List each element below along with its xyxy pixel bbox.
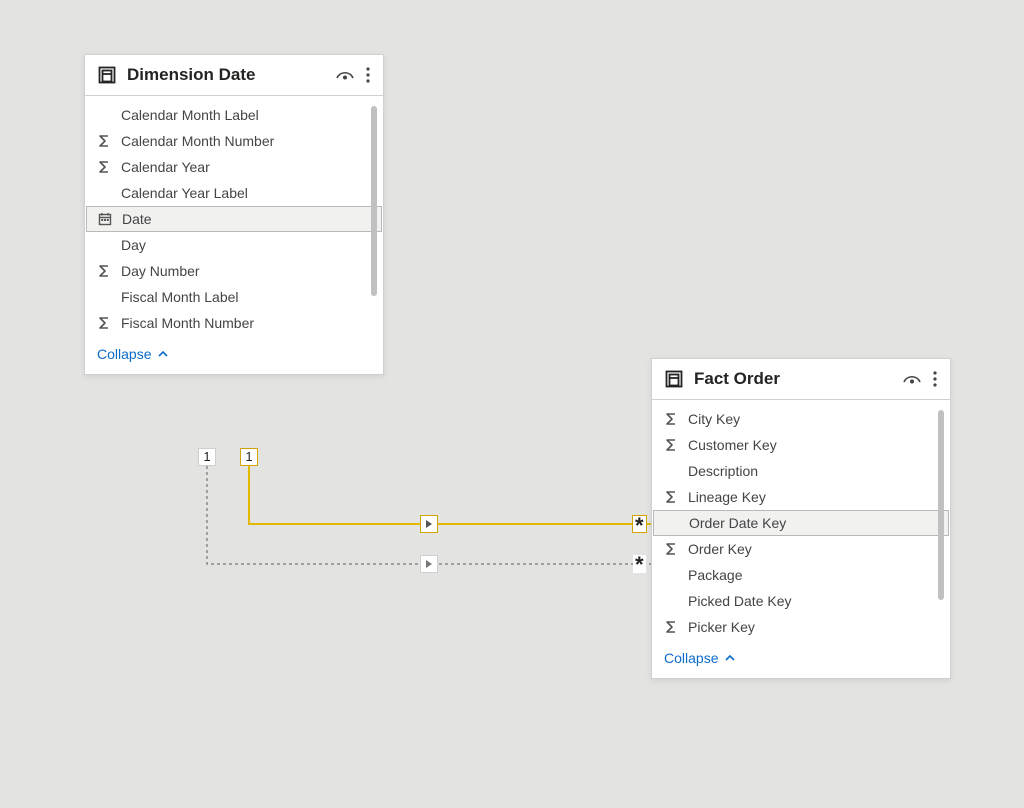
sigma-icon bbox=[662, 542, 680, 556]
sigma-icon bbox=[95, 316, 113, 330]
rel-inactive-to: * bbox=[633, 555, 646, 573]
more-icon[interactable] bbox=[932, 370, 938, 388]
field-list: Calendar Month Label Calendar Month Numbe… bbox=[85, 96, 383, 338]
field-label: Lineage Key bbox=[688, 489, 766, 505]
collapse-button[interactable]: Collapse bbox=[652, 642, 950, 678]
field-item[interactable]: Calendar Month Number bbox=[85, 128, 383, 154]
rel-inactive-direction bbox=[420, 555, 438, 573]
card-title: Fact Order bbox=[694, 369, 892, 389]
table-card-dimension-date[interactable]: Dimension Date Calendar Month LabelCalen… bbox=[84, 54, 384, 375]
field-item[interactable]: Fiscal Month Number bbox=[85, 310, 383, 336]
collapse-label: Collapse bbox=[97, 346, 151, 362]
field-item[interactable]: Package bbox=[652, 562, 950, 588]
rel-active-from: 1 bbox=[240, 448, 258, 466]
field-label: Description bbox=[688, 463, 758, 479]
field-list: City Key Customer Key Description Lineage K… bbox=[652, 400, 950, 642]
chevron-up-icon bbox=[157, 348, 169, 360]
field-item[interactable]: Picker Key bbox=[652, 614, 950, 640]
field-item[interactable]: Date bbox=[86, 206, 382, 232]
field-label: Picked Date Key bbox=[688, 593, 792, 609]
field-item[interactable]: Calendar Month Label bbox=[85, 102, 383, 128]
collapse-label: Collapse bbox=[664, 650, 718, 666]
field-label: Package bbox=[688, 567, 742, 583]
sigma-icon bbox=[95, 160, 113, 174]
field-label: Day bbox=[121, 237, 146, 253]
field-list-scrollbar[interactable] bbox=[938, 410, 944, 600]
field-label: Day Number bbox=[121, 263, 200, 279]
sigma-icon bbox=[662, 412, 680, 426]
field-label: Calendar Year bbox=[121, 159, 210, 175]
rel-active-direction bbox=[420, 515, 438, 533]
field-item[interactable]: City Key bbox=[652, 406, 950, 432]
field-label: Date bbox=[122, 211, 152, 227]
sigma-icon bbox=[95, 264, 113, 278]
visibility-icon[interactable] bbox=[902, 370, 922, 388]
card-header: Fact Order bbox=[652, 359, 950, 400]
sigma-icon bbox=[662, 438, 680, 452]
table-card-fact-order[interactable]: Fact Order City Key Customer Key Descripti… bbox=[651, 358, 951, 679]
field-label: City Key bbox=[688, 411, 740, 427]
field-item[interactable]: Picked Date Key bbox=[652, 588, 950, 614]
field-label: Calendar Year Label bbox=[121, 185, 248, 201]
field-item[interactable]: Customer Key bbox=[652, 432, 950, 458]
sigma-icon bbox=[662, 490, 680, 504]
field-item[interactable]: Fiscal Month Label bbox=[85, 284, 383, 310]
field-item[interactable]: Order Date Key bbox=[653, 510, 949, 536]
field-item[interactable]: Lineage Key bbox=[652, 484, 950, 510]
field-item[interactable]: Description bbox=[652, 458, 950, 484]
field-item[interactable]: Calendar Year bbox=[85, 154, 383, 180]
field-item[interactable]: Day Number bbox=[85, 258, 383, 284]
field-item[interactable]: Order Key bbox=[652, 536, 950, 562]
field-label: Order Date Key bbox=[689, 515, 786, 531]
sigma-icon bbox=[95, 134, 113, 148]
card-header: Dimension Date bbox=[85, 55, 383, 96]
chevron-up-icon bbox=[724, 652, 736, 664]
rel-inactive-from: 1 bbox=[198, 448, 216, 466]
visibility-icon[interactable] bbox=[335, 66, 355, 84]
field-list-scrollbar[interactable] bbox=[371, 106, 377, 296]
field-item[interactable]: Day bbox=[85, 232, 383, 258]
table-icon bbox=[97, 65, 117, 85]
calendar-icon bbox=[96, 212, 114, 226]
field-label: Fiscal Month Number bbox=[121, 315, 254, 331]
field-label: Picker Key bbox=[688, 619, 755, 635]
field-label: Customer Key bbox=[688, 437, 777, 453]
field-label: Order Key bbox=[688, 541, 752, 557]
field-item[interactable]: Calendar Year Label bbox=[85, 180, 383, 206]
collapse-button[interactable]: Collapse bbox=[85, 338, 383, 374]
more-icon[interactable] bbox=[365, 66, 371, 84]
sigma-icon bbox=[662, 620, 680, 634]
card-title: Dimension Date bbox=[127, 65, 325, 85]
field-label: Calendar Month Label bbox=[121, 107, 259, 123]
field-label: Fiscal Month Label bbox=[121, 289, 239, 305]
rel-active-to: * bbox=[632, 515, 647, 533]
table-icon bbox=[664, 369, 684, 389]
field-label: Calendar Month Number bbox=[121, 133, 274, 149]
